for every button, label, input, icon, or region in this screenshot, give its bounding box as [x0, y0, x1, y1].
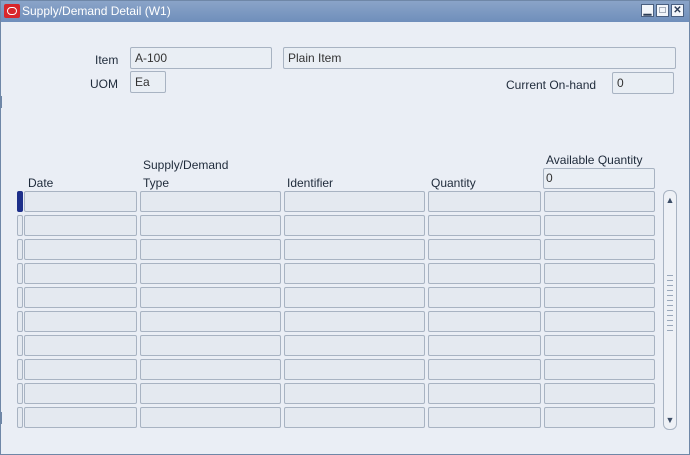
available-quantity-cell[interactable]	[544, 191, 655, 212]
identifier-cell[interactable]	[284, 383, 425, 404]
available-quantity-cell[interactable]	[544, 215, 655, 236]
quantity-cell[interactable]	[428, 287, 541, 308]
date-cell[interactable]	[24, 311, 137, 332]
item-label: Item	[95, 53, 119, 67]
type-cell[interactable]	[140, 215, 281, 236]
quantity-cell[interactable]	[428, 383, 541, 404]
column-header-quantity: Quantity	[431, 176, 476, 190]
uom-field[interactable]: Ea	[130, 71, 166, 93]
row-indicator[interactable]	[17, 359, 23, 380]
date-cell[interactable]	[24, 191, 137, 212]
item-field[interactable]: A-100	[130, 47, 272, 69]
current-onhand-label: Current On-hand	[506, 78, 597, 92]
type-cell[interactable]	[140, 191, 281, 212]
quantity-cell[interactable]	[428, 239, 541, 260]
identifier-cell[interactable]	[284, 263, 425, 284]
row-indicator[interactable]	[17, 407, 23, 428]
date-cell[interactable]	[24, 335, 137, 356]
date-cell[interactable]	[24, 263, 137, 284]
available-quantity-cell[interactable]	[544, 383, 655, 404]
quantity-cell[interactable]	[428, 311, 541, 332]
quantity-cell[interactable]	[428, 263, 541, 284]
row-indicator[interactable]	[17, 263, 23, 284]
row-indicator[interactable]	[17, 383, 23, 404]
row-indicator[interactable]	[17, 335, 23, 356]
available-quantity-cell[interactable]	[544, 407, 655, 428]
identifier-cell[interactable]	[284, 215, 425, 236]
item-description-field[interactable]: Plain Item	[283, 47, 676, 69]
date-cell[interactable]	[24, 359, 137, 380]
date-cell[interactable]	[24, 287, 137, 308]
identifier-cell[interactable]	[284, 239, 425, 260]
window-title: Supply/Demand Detail (W1)	[22, 4, 171, 18]
quantity-cell[interactable]	[428, 191, 541, 212]
current-onhand-field[interactable]: 0	[612, 72, 674, 94]
side-marker	[0, 412, 2, 424]
maximize-button[interactable]: □	[656, 4, 669, 17]
identifier-cell[interactable]	[284, 287, 425, 308]
date-cell[interactable]	[24, 407, 137, 428]
scroll-grip[interactable]	[667, 273, 673, 335]
identifier-cell[interactable]	[284, 311, 425, 332]
type-cell[interactable]	[140, 263, 281, 284]
available-quantity-cell[interactable]	[544, 335, 655, 356]
identifier-cell[interactable]	[284, 359, 425, 380]
supply-demand-window: Supply/Demand Detail (W1) ▁ □ ✕ Item A-1…	[0, 0, 690, 455]
arrow-up-icon[interactable]: ▲	[664, 193, 676, 207]
available-quantity-cell[interactable]	[544, 287, 655, 308]
date-cell[interactable]	[24, 239, 137, 260]
type-cell[interactable]	[140, 359, 281, 380]
type-cell[interactable]	[140, 383, 281, 404]
row-indicator[interactable]	[17, 215, 23, 236]
available-quantity-field[interactable]: 0	[543, 168, 655, 189]
available-quantity-cell[interactable]	[544, 359, 655, 380]
identifier-cell[interactable]	[284, 407, 425, 428]
column-header-type-line1: Supply/Demand	[143, 158, 229, 172]
available-quantity-cell[interactable]	[544, 263, 655, 284]
type-cell[interactable]	[140, 335, 281, 356]
title-bar[interactable]: Supply/Demand Detail (W1) ▁ □ ✕	[1, 1, 689, 22]
arrow-down-icon[interactable]: ▼	[664, 413, 676, 427]
type-cell[interactable]	[140, 407, 281, 428]
column-header-type-line2: Type	[143, 176, 170, 190]
type-cell[interactable]	[140, 239, 281, 260]
row-indicator[interactable]	[17, 287, 23, 308]
identifier-cell[interactable]	[284, 191, 425, 212]
current-row-indicator[interactable]	[17, 191, 23, 212]
column-header-available-quantity: Available Quantity	[546, 153, 643, 167]
quantity-cell[interactable]	[428, 335, 541, 356]
row-indicator[interactable]	[17, 239, 23, 260]
type-cell[interactable]	[140, 311, 281, 332]
quantity-cell[interactable]	[428, 215, 541, 236]
quantity-cell[interactable]	[428, 359, 541, 380]
column-header-date: Date	[28, 176, 54, 190]
date-cell[interactable]	[24, 215, 137, 236]
oracle-logo-icon	[4, 4, 20, 18]
row-indicator[interactable]	[17, 311, 23, 332]
date-cell[interactable]	[24, 383, 137, 404]
vertical-scrollbar[interactable]: ▲ ▼	[663, 190, 677, 430]
available-quantity-cell[interactable]	[544, 239, 655, 260]
quantity-cell[interactable]	[428, 407, 541, 428]
type-cell[interactable]	[140, 287, 281, 308]
uom-label: UOM	[90, 77, 118, 91]
available-quantity-cell[interactable]	[544, 311, 655, 332]
close-button[interactable]: ✕	[671, 4, 684, 17]
column-header-identifier: Identifier	[287, 176, 334, 190]
identifier-cell[interactable]	[284, 335, 425, 356]
side-marker	[0, 96, 2, 108]
minimize-button[interactable]: ▁	[641, 4, 654, 17]
